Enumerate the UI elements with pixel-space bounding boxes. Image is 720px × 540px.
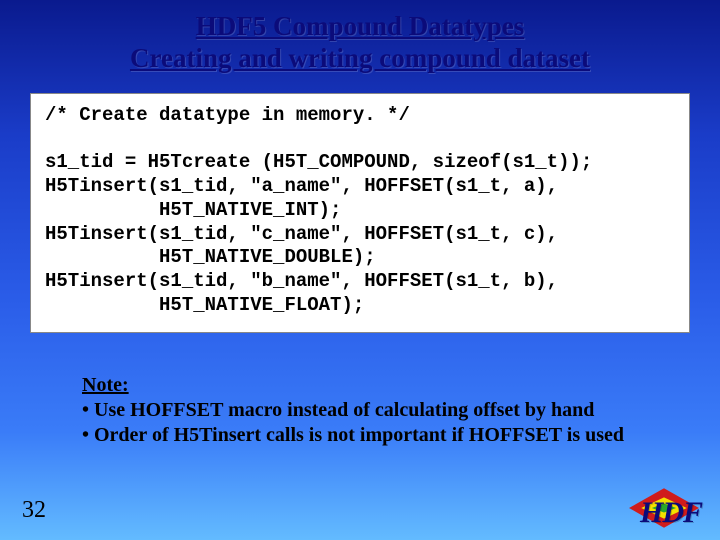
note-bullet: • Order of H5Tinsert calls is not import…	[82, 423, 660, 448]
note-block: Note: • Use HOFFSET macro instead of cal…	[82, 373, 660, 448]
slide: HDF5 Compound Datatypes Creating and wri…	[0, 0, 720, 540]
code-line: s1_tid = H5Tcreate (H5T_COMPOUND, sizeof…	[45, 151, 592, 173]
code-line: H5T_NATIVE_FLOAT);	[45, 294, 364, 316]
note-heading: Note:	[82, 373, 660, 398]
title-line-2: Creating and writing compound dataset	[0, 42, 720, 74]
code-line: H5Tinsert(s1_tid, "b_name", HOFFSET(s1_t…	[45, 270, 558, 292]
note-bullet: • Use HOFFSET macro instead of calculati…	[82, 398, 660, 423]
code-line: H5T_NATIVE_DOUBLE);	[45, 246, 376, 268]
hdf-logo-text: HDF	[640, 496, 702, 530]
code-line: H5Tinsert(s1_tid, "a_name", HOFFSET(s1_t…	[45, 175, 558, 197]
page-number: 32	[22, 497, 46, 524]
code-block: /* Create datatype in memory. */ s1_tid …	[30, 93, 690, 333]
code-comment: /* Create datatype in memory. */	[45, 104, 410, 126]
code-line: H5Tinsert(s1_tid, "c_name", HOFFSET(s1_t…	[45, 223, 558, 245]
title-line-1: HDF5 Compound Datatypes	[0, 10, 720, 42]
slide-title: HDF5 Compound Datatypes Creating and wri…	[0, 0, 720, 75]
code-line: H5T_NATIVE_INT);	[45, 199, 341, 221]
